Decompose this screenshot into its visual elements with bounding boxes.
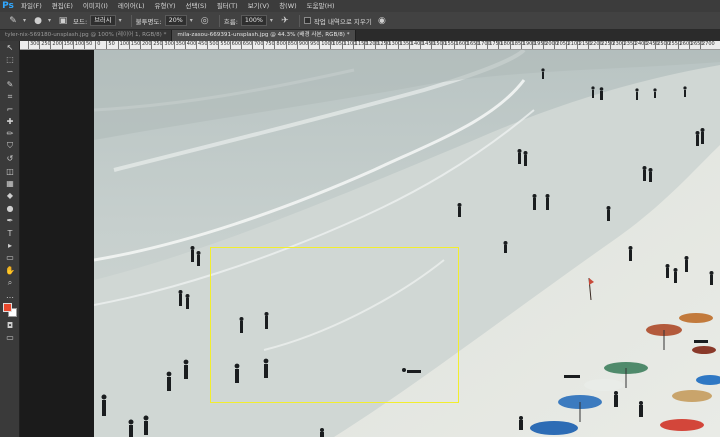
ruler-tick-label: 850 [285, 41, 297, 49]
hand-tool-icon[interactable]: ✋ [0, 264, 20, 276]
ruler-tick-label: 700 [252, 41, 264, 49]
ruler-tick-label: 500 [207, 41, 219, 49]
mode-select[interactable]: 브러시 [90, 15, 116, 26]
quick-mask-icon[interactable]: ◘ [0, 319, 20, 331]
crop-tool-icon[interactable]: ⌗ [0, 91, 20, 103]
opacity-input[interactable]: 20% [164, 15, 187, 26]
eyedropper-tool-icon[interactable]: ⌐ [0, 103, 20, 115]
ruler-tick-label: 100 [117, 41, 129, 49]
screen-mode-icon[interactable]: ▭ [0, 332, 20, 344]
ruler-tick-label: 200 [140, 41, 152, 49]
ruler-tick-label: 800 [274, 41, 286, 49]
chevron-down-icon[interactable]: ▾ [23, 17, 26, 24]
ruler-tick-label: 900 [296, 41, 308, 49]
ruler-tick-label: 750 [263, 41, 275, 49]
erase-history-checkbox[interactable] [303, 17, 311, 24]
chevron-down-icon[interactable]: ▾ [119, 17, 122, 24]
ruler-tick-label: 50 [106, 41, 115, 49]
eraser-tool-icon[interactable]: ◫ [0, 165, 20, 177]
menu-type[interactable]: 유형(Y) [150, 0, 181, 12]
foreground-color-swatch[interactable] [3, 303, 12, 313]
menu-filter[interactable]: 필터(T) [212, 0, 243, 12]
menu-file[interactable]: 파일(F) [16, 0, 47, 12]
erase-history-label: 작업 내역으로 지우기 [313, 17, 372, 26]
marquee-selection[interactable] [210, 247, 459, 403]
menu-window[interactable]: 창(W) [274, 0, 301, 12]
menu-bar: Ps 파일(F) 편집(E) 이미지(I) 레이어(L) 유형(Y) 선택(S)… [0, 0, 720, 12]
document-canvas[interactable] [94, 50, 720, 437]
brush-size-icon[interactable]: ● [31, 15, 45, 27]
divider [298, 14, 300, 27]
shape-tool-icon[interactable]: ▭ [0, 252, 20, 264]
mode-label: 모드: [73, 17, 88, 26]
menu-edit[interactable]: 편집(E) [47, 0, 78, 12]
ruler-tick-label: 300 [28, 41, 40, 49]
blur-tool-icon[interactable]: ◆ [0, 190, 20, 202]
flow-input[interactable]: 100% [240, 15, 267, 26]
history-brush-tool-icon[interactable]: ↺ [0, 153, 20, 165]
path-select-tool-icon[interactable]: ▸ [0, 239, 20, 251]
quick-select-tool-icon[interactable]: ✎ [0, 78, 20, 90]
ruler-tick-label: 2700 [700, 41, 715, 49]
lasso-tool-icon[interactable]: ∽ [0, 66, 20, 78]
gradient-tool-icon[interactable]: ▦ [0, 177, 20, 189]
ruler-tick-label: 650 [240, 41, 252, 49]
ruler-tick-label: 250 [151, 41, 163, 49]
move-tool-icon[interactable]: ↖ [0, 41, 20, 53]
zoom-tool-icon[interactable]: ⌕ [0, 276, 20, 288]
ruler-tick-label: 250 [39, 41, 51, 49]
ruler-tick-label: 50 [84, 41, 92, 49]
photoshop-window: Ps 파일(F) 편집(E) 이미지(I) 레이어(L) 유형(Y) 선택(S)… [0, 0, 720, 437]
ruler-tick-label: 150 [128, 41, 140, 49]
ruler-tick-label: 200 [50, 41, 62, 49]
divider [130, 14, 132, 27]
brush-tool-icon[interactable]: ✏ [0, 128, 20, 140]
ruler-tick-label: 0 [95, 41, 100, 49]
marquee-tool-icon[interactable]: ⬚ [0, 53, 20, 65]
pressure-size-icon[interactable]: ◉ [375, 15, 389, 27]
chevron-down-icon[interactable]: ▾ [270, 17, 273, 24]
tab-mila-zasou[interactable]: mila-zasou-669391-unsplash.jpg @ 44.3% (… [172, 30, 356, 41]
ruler-tick-label: 450 [196, 41, 208, 49]
flow-label: 흐름: [223, 17, 238, 26]
menu-layer[interactable]: 레이어(L) [113, 0, 150, 12]
tab-tyler-nix[interactable]: tyler-nix-569180-unsplash.jpg @ 100% (레이… [0, 30, 173, 41]
dodge-tool-icon[interactable]: ● [0, 202, 20, 214]
type-tool-icon[interactable]: T [0, 227, 20, 239]
brush-panel-icon[interactable]: ▣ [56, 15, 70, 27]
chevron-down-icon[interactable]: ▾ [48, 17, 51, 24]
ruler-tick-label: 400 [184, 41, 196, 49]
clone-stamp-tool-icon[interactable]: ⛉ [0, 140, 20, 152]
ruler-tick-label: 100 [72, 41, 84, 49]
ruler-tick-label: 550 [218, 41, 230, 49]
color-swatches[interactable] [0, 301, 20, 319]
horizontal-ruler[interactable]: 300 250 200 150 100 50 0 50 100 150 200 250 300 350 40… [20, 41, 720, 50]
healing-brush-tool-icon[interactable]: ✚ [0, 115, 20, 127]
menu-image[interactable]: 이미지(I) [78, 0, 113, 12]
more-tools-icon[interactable]: … [0, 289, 20, 301]
workspace-pasteboard [20, 41, 94, 437]
chevron-down-icon[interactable]: ▾ [190, 17, 193, 24]
divider [218, 14, 220, 27]
ruler-tick-label: 600 [229, 41, 241, 49]
ruler-tick-label: 150 [61, 41, 73, 49]
menu-help[interactable]: 도움말(H) [302, 0, 340, 12]
tools-panel: ↖ ⬚ ∽ ✎ ⌗ ⌐ ✚ ✏ ⛉ ↺ ◫ ▦ ◆ ● ✒ T ▸ ▭ ✋ ⌕ … [0, 41, 20, 437]
ruler-tick-label: 350 [173, 41, 185, 49]
opacity-label: 불투명도: [135, 17, 162, 26]
menu-view[interactable]: 보기(V) [243, 0, 274, 12]
ruler-tick-label: 300 [162, 41, 174, 49]
history-brush-preset-icon[interactable]: ✎ [6, 15, 20, 27]
pen-tool-icon[interactable]: ✒ [0, 214, 20, 226]
airbrush-icon[interactable]: ✈ [278, 15, 292, 27]
document-tabs: tyler-nix-569180-unsplash.jpg @ 100% (레이… [0, 30, 720, 41]
options-bar: ✎ ▾ ● ▾ ▣ 모드: 브러시 ▾ 불투명도: 20% ▾ ◎ 흐름: 10… [0, 12, 720, 30]
photoshop-logo: Ps [2, 1, 14, 11]
menu-select[interactable]: 선택(S) [181, 0, 212, 12]
ruler-tick-label: 950 [308, 41, 320, 49]
pressure-opacity-icon[interactable]: ◎ [198, 15, 212, 27]
